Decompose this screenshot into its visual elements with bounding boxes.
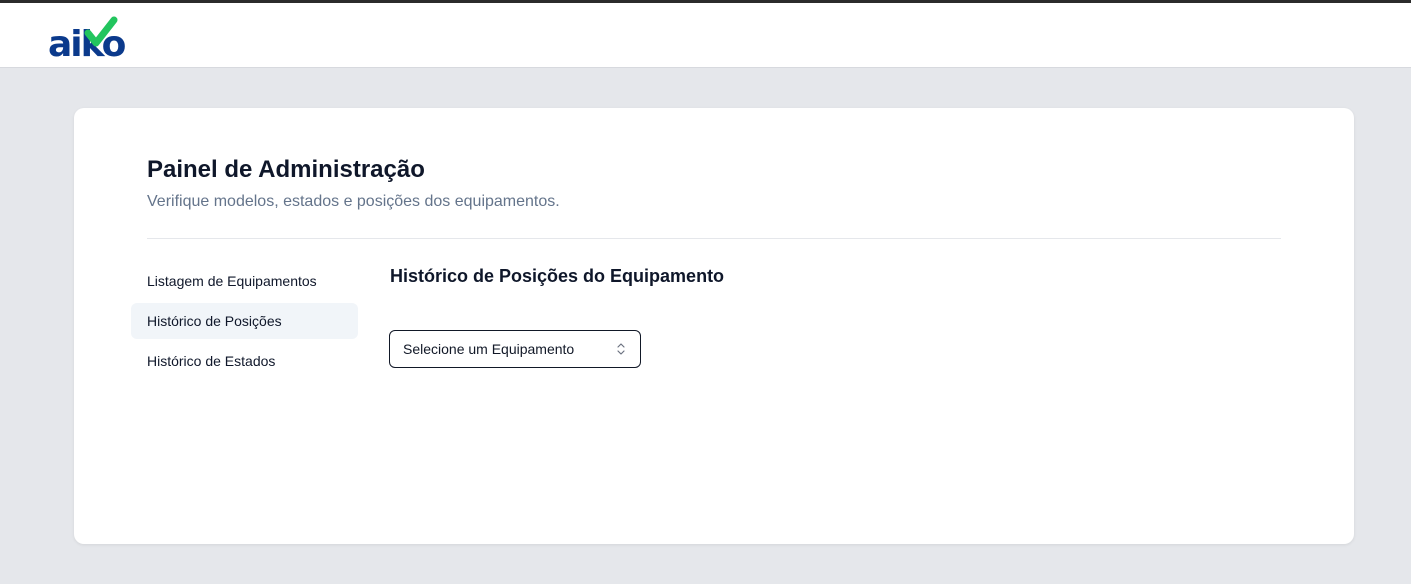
equipment-select[interactable]: Selecione um Equipamento xyxy=(389,330,641,368)
nav-item-position-history[interactable]: Histórico de Posições xyxy=(131,303,358,339)
nav-item-state-history[interactable]: Histórico de Estados xyxy=(131,343,358,379)
svg-text:aiko: aiko xyxy=(48,24,126,59)
page-title: Painel de Administração xyxy=(147,156,425,183)
aiko-logo[interactable]: aiko xyxy=(48,15,140,59)
app-header: aiko xyxy=(0,3,1411,68)
nav-item-equipment-list[interactable]: Listagem de Equipamentos xyxy=(131,263,358,299)
chevron-up-down-icon xyxy=(617,343,625,355)
side-nav: Listagem de Equipamentos Histórico de Po… xyxy=(131,263,358,383)
equipment-select-value: Selecione um Equipamento xyxy=(403,341,575,357)
section-title: Histórico de Posições do Equipamento xyxy=(390,266,725,286)
divider xyxy=(147,238,1281,239)
page-subtitle: Verifique modelos, estados e posições do… xyxy=(147,193,560,210)
admin-panel-card: Painel de Administração Verifique modelo… xyxy=(74,108,1354,544)
